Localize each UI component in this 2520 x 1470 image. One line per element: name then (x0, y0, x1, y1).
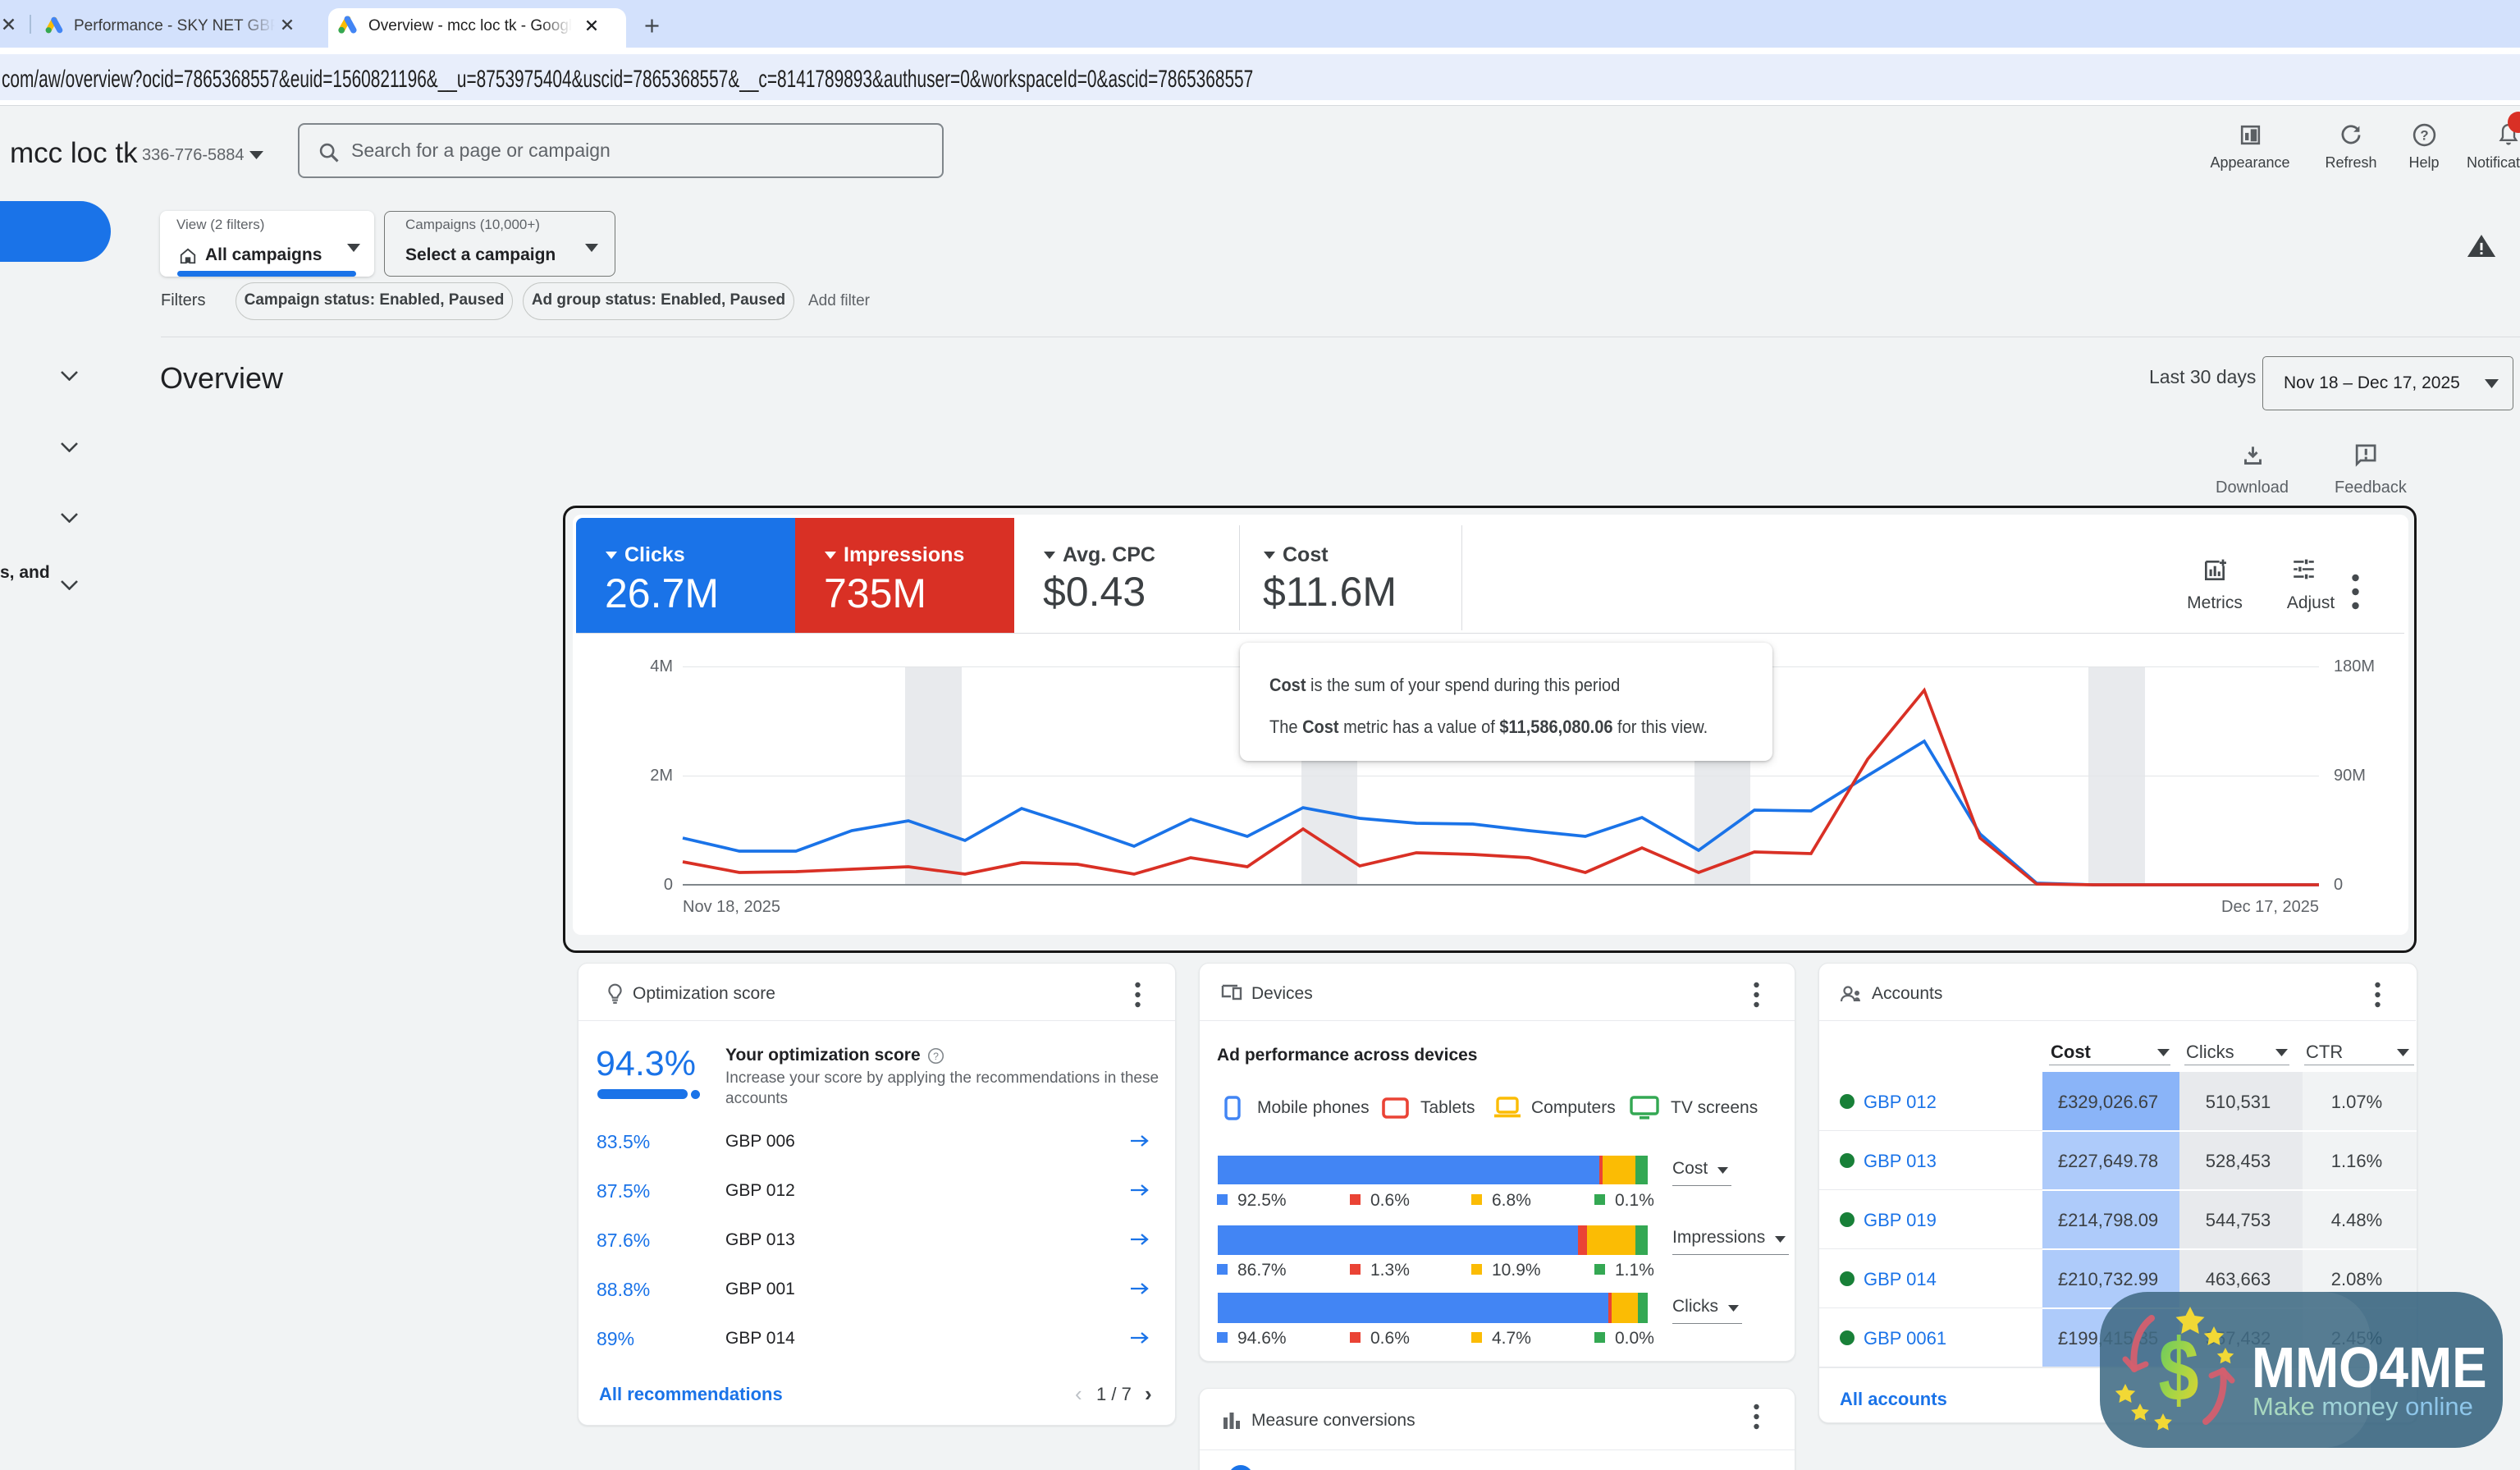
svg-text:$: $ (2158, 1321, 2198, 1419)
svg-text:?: ? (2420, 127, 2428, 143)
svg-text:?: ? (933, 1051, 939, 1062)
